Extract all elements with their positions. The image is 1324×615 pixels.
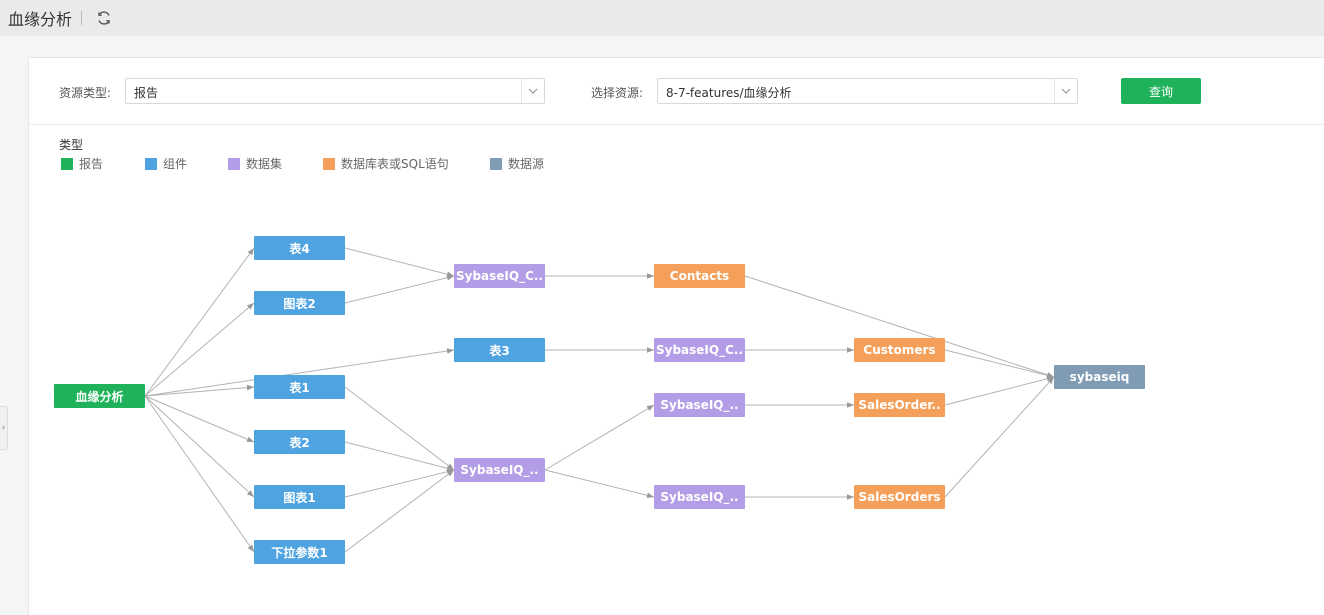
graph-node-biao4[interactable]: 表4: [254, 236, 345, 260]
graph-edge-tubiao2-ds1: [344, 274, 455, 304]
graph-node-salesorders[interactable]: SalesOrders: [854, 485, 945, 509]
graph-edge-customers-sybaseiq: [944, 349, 1055, 379]
graph-node-xiala[interactable]: 下拉参数1: [254, 540, 345, 564]
graph-node-report[interactable]: 血缘分析: [54, 384, 145, 408]
lineage-panel: 资源类型: 报告 选择资源: 8-7-features/血缘分析 查询 类型 报…: [28, 57, 1324, 615]
graph-edge-ds2-ds5: [544, 469, 655, 499]
graph-edge-report-tubiao1: [144, 395, 255, 498]
graph-node-tubiao1[interactable]: 图表1: [254, 485, 345, 509]
title-separator: [81, 11, 83, 25]
graph-edge-tubiao1-ds2: [344, 468, 455, 498]
graph-node-ds5[interactable]: SybaseIQ_..: [654, 485, 745, 509]
top-bar: 血缘分析: [0, 0, 1324, 36]
refresh-icon[interactable]: [95, 9, 113, 27]
graph-node-ds3[interactable]: SybaseIQ_C..: [654, 338, 745, 362]
graph-edge-biao4-ds1: [344, 247, 455, 277]
graph-node-sybaseiq[interactable]: sybaseiq: [1054, 365, 1145, 389]
graph-edge-xiala-ds2: [344, 469, 455, 553]
graph-edge-salesorder_-sybaseiq: [944, 376, 1055, 406]
graph-node-ds4[interactable]: SybaseIQ_..: [654, 393, 745, 417]
graph-node-contacts[interactable]: Contacts: [654, 264, 745, 288]
graph-node-customers[interactable]: Customers: [854, 338, 945, 362]
graph-edge-salesorders-sybaseiq: [944, 376, 1055, 498]
graph-edge-report-biao4: [144, 247, 255, 397]
graph-node-tubiao2[interactable]: 图表2: [254, 291, 345, 315]
page-title: 血缘分析: [8, 10, 73, 29]
lineage-edges: [144, 247, 1055, 553]
graph-edge-biao1-ds2: [344, 386, 455, 471]
graph-node-ds1[interactable]: SybaseIQ_C..: [454, 264, 545, 288]
graph-edge-biao2-ds2: [344, 441, 455, 471]
chevron-right-icon: ›: [1, 423, 6, 433]
graph-node-biao1[interactable]: 表1: [254, 375, 345, 399]
graph-node-salesorder[interactable]: SalesOrder..: [854, 393, 945, 417]
graph-node-ds2[interactable]: SybaseIQ_..: [454, 458, 545, 482]
graph-edge-ds2-ds4: [544, 404, 655, 471]
graph-node-biao2[interactable]: 表2: [254, 430, 345, 454]
graph-node-biao3[interactable]: 表3: [454, 338, 545, 362]
sidebar-expand-handle[interactable]: ›: [0, 406, 8, 450]
